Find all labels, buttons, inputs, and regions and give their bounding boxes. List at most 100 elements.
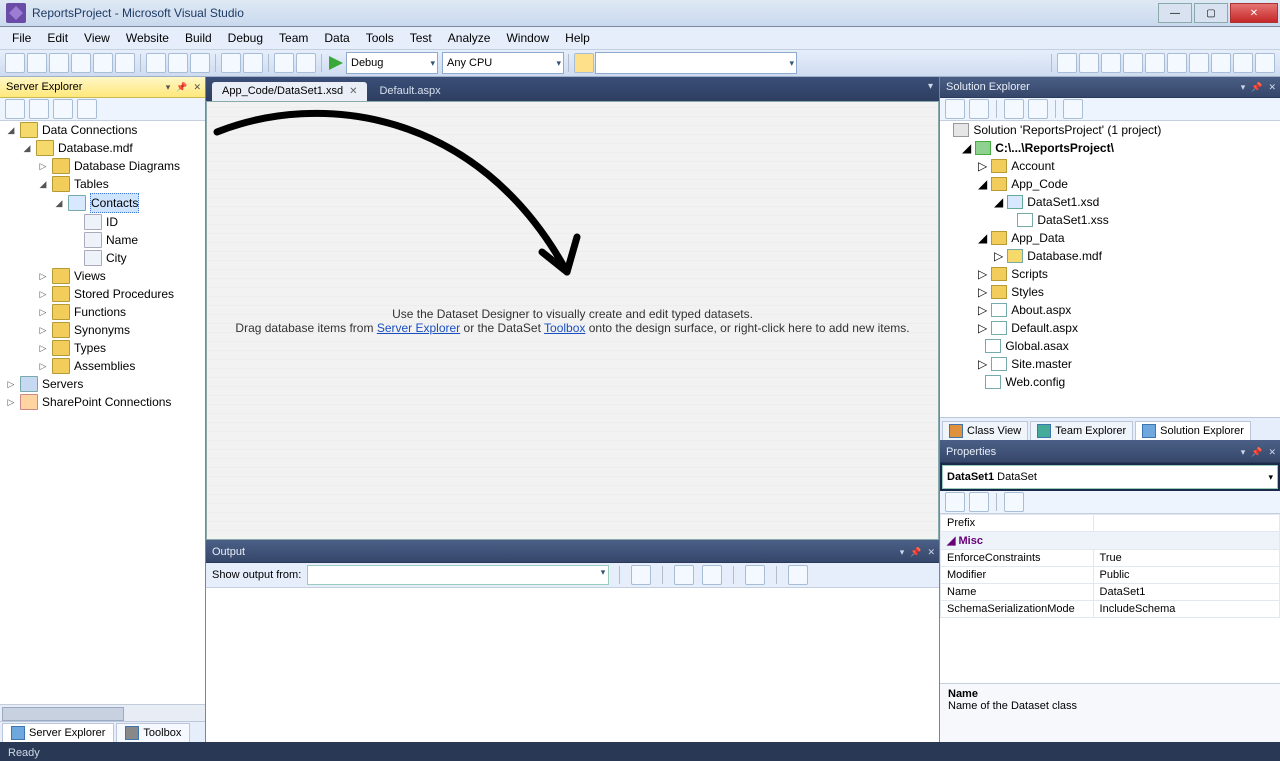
platform-dropdown[interactable]: Any CPU [442,52,564,74]
node-contacts[interactable]: Contacts [90,193,139,213]
expander-icon[interactable]: ◢ [22,139,32,157]
tab-close-icon[interactable]: ✕ [349,86,357,97]
node-types[interactable]: Types [74,339,106,357]
tab-server-explorer[interactable]: Server Explorer [2,723,114,742]
refresh-button[interactable] [29,99,49,119]
node-dataset1xss[interactable]: DataSet1.xss [1037,211,1108,229]
server-explorer-header[interactable]: Server Explorer ▾ 📌 ✕ [0,77,205,98]
expander-icon[interactable]: ◢ [962,139,971,157]
panel-dropdown-icon[interactable]: ▾ [898,547,907,558]
add-item-button[interactable] [49,53,69,73]
expander-icon[interactable]: ▷ [994,247,1003,265]
menu-website[interactable]: Website [118,31,177,45]
node-databasemdf[interactable]: Database.mdf [1027,247,1102,265]
node-diagrams[interactable]: Database Diagrams [74,157,180,175]
output-clear-button[interactable] [745,565,765,585]
cut-button[interactable] [146,53,166,73]
tab-overflow-icon[interactable]: ▾ [928,81,933,92]
node-styles[interactable]: Styles [1011,283,1044,301]
menu-edit[interactable]: Edit [39,31,76,45]
menu-file[interactable]: File [4,31,39,45]
node-synonyms[interactable]: Synonyms [74,321,130,339]
node-sprocs[interactable]: Stored Procedures [74,285,174,303]
expander-icon[interactable]: ▷ [38,321,48,339]
tab-toolbox[interactable]: Toolbox [116,723,190,742]
output-source-dropdown[interactable] [307,565,609,585]
expander-icon[interactable]: ▷ [978,157,987,175]
horizontal-scrollbar[interactable] [0,704,205,721]
tool-icon-2[interactable] [1079,53,1099,73]
undo-button[interactable] [221,53,241,73]
output-find-button[interactable] [631,565,651,585]
menu-test[interactable]: Test [402,31,440,45]
tool-icon-7[interactable] [1189,53,1209,73]
menu-build[interactable]: Build [177,31,220,45]
expander-icon[interactable]: ▷ [38,339,48,357]
node-col-city[interactable]: City [106,249,127,267]
panel-close-icon[interactable]: ✕ [1266,82,1278,93]
node-col-id[interactable]: ID [106,213,118,231]
expander-icon[interactable]: ▷ [38,267,48,285]
find-button[interactable] [574,53,594,73]
expander-icon[interactable]: ◢ [54,194,64,212]
expander-icon[interactable]: ◢ [978,175,987,193]
tab-team-explorer[interactable]: Team Explorer [1030,421,1133,440]
output-next-button[interactable] [702,565,722,585]
menu-window[interactable]: Window [498,31,557,45]
property-pages-button[interactable] [1004,492,1024,512]
node-col-name[interactable]: Name [106,231,138,249]
server-explorer-tree[interactable]: ◢Data Connections ◢Database.mdf ▷Databas… [0,121,205,704]
panel-pin-icon[interactable]: 📌 [1249,82,1264,93]
node-tables[interactable]: Tables [74,175,109,193]
expander-icon[interactable]: ▷ [38,157,48,175]
expander-icon[interactable]: ▷ [6,375,16,393]
expander-icon[interactable]: ▷ [978,319,987,337]
sol-properties-button[interactable] [1063,99,1083,119]
node-sharepoint[interactable]: SharePoint Connections [42,393,171,411]
node-appdata[interactable]: App_Data [1011,229,1064,247]
output-body[interactable] [206,588,939,742]
expander-icon[interactable]: ▷ [978,301,987,319]
sol-copy-button[interactable] [1004,99,1024,119]
node-site[interactable]: Site.master [1011,355,1072,373]
tool-icon-5[interactable] [1145,53,1165,73]
node-account[interactable]: Account [1011,157,1054,175]
node-about[interactable]: About.aspx [1011,301,1071,319]
menu-view[interactable]: View [76,31,118,45]
open-file-button[interactable] [71,53,91,73]
node-assemblies[interactable]: Assemblies [74,357,135,375]
scrollbar-thumb[interactable] [2,707,124,721]
nav-fwd-button[interactable] [296,53,316,73]
expander-icon[interactable]: ▷ [38,285,48,303]
menu-help[interactable]: Help [557,31,598,45]
panel-close-icon[interactable]: ✕ [1266,447,1278,458]
panel-close-icon[interactable]: ✕ [925,547,937,558]
expander-icon[interactable]: ▷ [38,303,48,321]
close-button[interactable]: ✕ [1230,3,1278,23]
minimize-button[interactable]: — [1158,3,1192,23]
tool-icon-1[interactable] [1057,53,1077,73]
panel-close-icon[interactable]: ✕ [191,82,203,93]
node-project[interactable]: C:\...\ReportsProject\ [995,139,1114,157]
node-servers[interactable]: Servers [42,375,83,393]
toolbox-link[interactable]: Toolbox [544,321,585,335]
solution-explorer-tree[interactable]: Solution 'ReportsProject' (1 project) ◢ C… [940,121,1280,417]
tool-icon-4[interactable] [1123,53,1143,73]
panel-dropdown-icon[interactable]: ▾ [1239,82,1248,93]
node-solution[interactable]: Solution 'ReportsProject' (1 project) [973,121,1161,139]
menu-debug[interactable]: Debug [220,31,271,45]
server-explorer-link[interactable]: Server Explorer [377,321,460,335]
node-appcode[interactable]: App_Code [1011,175,1068,193]
nav-back-button[interactable] [274,53,294,73]
solution-explorer-header[interactable]: Solution Explorer ▾ 📌 ✕ [940,77,1280,98]
node-web[interactable]: Web.config [1005,373,1065,391]
tab-dataset1[interactable]: App_Code/DataSet1.xsd✕ [212,82,367,101]
redo-button[interactable] [243,53,263,73]
categorized-button[interactable] [945,492,965,512]
node-views[interactable]: Views [74,267,106,285]
expander-icon[interactable]: ▷ [38,357,48,375]
find-combo[interactable] [595,52,797,74]
tool-icon-9[interactable] [1233,53,1253,73]
menu-analyze[interactable]: Analyze [440,31,499,45]
new-project-button[interactable] [5,53,25,73]
